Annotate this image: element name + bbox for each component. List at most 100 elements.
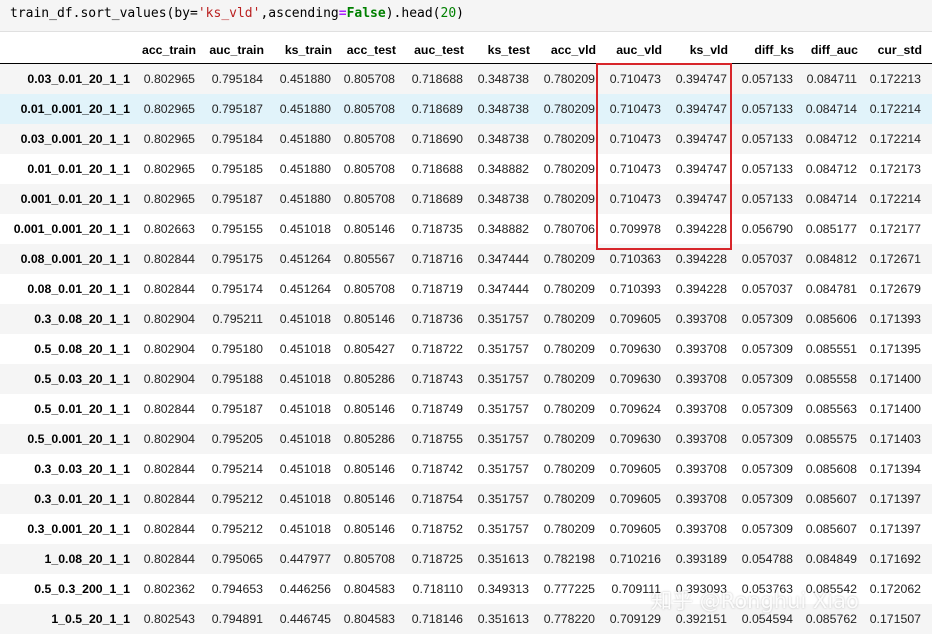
cell-diff-ks: 0.054594 <box>741 612 793 626</box>
cell-acc-test: 0.805286 <box>343 432 395 446</box>
cell-diff-auc: 0.085551 <box>805 342 857 356</box>
row-index-label: 0.03_0.001_20_1_1 <box>20 132 130 146</box>
cell-ks-test: 0.348882 <box>477 162 529 176</box>
cell-auc-train: 0.795212 <box>211 522 263 536</box>
cell-ks-train: 0.451018 <box>279 312 331 326</box>
cell-acc-vld: 0.780209 <box>543 312 595 326</box>
cell-acc-vld: 0.780209 <box>543 162 595 176</box>
cell-auc-train: 0.795187 <box>211 402 263 416</box>
cell-ks-train: 0.451880 <box>279 102 331 116</box>
cell-acc-test: 0.805708 <box>343 282 395 296</box>
cell-auc-vld: 0.710363 <box>609 252 661 266</box>
cell-diff-auc: 0.084712 <box>805 162 857 176</box>
cell-auc-vld: 0.710473 <box>609 72 661 86</box>
cell-acc-vld: 0.780209 <box>543 402 595 416</box>
cell-diff-auc: 0.084812 <box>805 252 857 266</box>
cell-diff-auc: 0.084849 <box>805 552 857 566</box>
row-index-label: 1_0.08_20_1_1 <box>44 552 130 566</box>
cell-cur-std: 0.171507 <box>869 612 921 626</box>
cell-auc-train: 0.795180 <box>211 342 263 356</box>
cell-diff-auc: 0.085608 <box>805 462 857 476</box>
cell-auc-vld: 0.709605 <box>609 522 661 536</box>
row-index-label: 0.001_0.01_20_1_1 <box>20 192 130 206</box>
cell-diff-ks: 0.057309 <box>741 402 793 416</box>
cell-auc-vld: 0.710216 <box>609 552 661 566</box>
table-row: 0.5_0.001_20_1_1 0.802904 0.795205 0.451018… <box>0 424 932 454</box>
cell-ks-test: 0.351757 <box>477 342 529 356</box>
cell-acc-vld: 0.780209 <box>543 342 595 356</box>
cell-ks-vld: 0.394747 <box>675 192 727 206</box>
cell-acc-test: 0.805567 <box>343 252 395 266</box>
cell-cur-std: 0.172173 <box>869 162 921 176</box>
table-body: 0.03_0.01_20_1_1 0.802965 0.795184 0.451880… <box>0 63 932 634</box>
cell-ks-test: 0.348738 <box>477 102 529 116</box>
index-header <box>0 36 140 64</box>
cell-diff-auc: 0.084781 <box>805 282 857 296</box>
table-row: 1_0.5_20_1_1 0.802543 0.794891 0.446745 0.80… <box>0 604 932 634</box>
cell-acc-vld: 0.777225 <box>543 582 595 596</box>
cell-ks-vld: 0.392151 <box>675 612 727 626</box>
cell-auc-vld: 0.709624 <box>609 402 661 416</box>
row-index-label: 0.03_0.01_20_1_1 <box>27 72 130 86</box>
cell-auc-vld: 0.709605 <box>609 312 661 326</box>
cell-diff-ks: 0.057309 <box>741 432 793 446</box>
cell-auc-test: 0.718736 <box>411 312 463 326</box>
row-index-label: 0.5_0.3_200_1_1 <box>34 582 130 596</box>
cell-diff-ks: 0.056790 <box>741 222 793 236</box>
cell-ks-train: 0.451018 <box>279 432 331 446</box>
cell-ks-train: 0.451264 <box>279 282 331 296</box>
cell-acc-test: 0.805708 <box>343 192 395 206</box>
cell-ks-vld: 0.393708 <box>675 522 727 536</box>
table-row: 0.08_0.01_20_1_1 0.802844 0.795174 0.451264… <box>0 274 932 304</box>
row-index-label: 0.3_0.001_20_1_1 <box>27 522 130 536</box>
cell-ks-test: 0.348738 <box>477 132 529 146</box>
cell-ks-vld: 0.393093 <box>675 582 727 596</box>
cell-auc-train: 0.795187 <box>211 192 263 206</box>
cell-auc-train: 0.795188 <box>211 372 263 386</box>
table-row: 0.5_0.08_20_1_1 0.802904 0.795180 0.451018 0… <box>0 334 932 364</box>
cell-acc-test: 0.805146 <box>343 312 395 326</box>
cell-ks-train: 0.451018 <box>279 522 331 536</box>
cell-ks-train: 0.451880 <box>279 192 331 206</box>
cell-acc-test: 0.805708 <box>343 72 395 86</box>
cell-auc-train: 0.795174 <box>211 282 263 296</box>
cell-acc-train: 0.802904 <box>143 372 195 386</box>
cell-ks-test: 0.348738 <box>477 192 529 206</box>
cell-ks-train: 0.451018 <box>279 402 331 416</box>
cell-acc-train: 0.802844 <box>143 282 195 296</box>
row-index-label: 0.3_0.03_20_1_1 <box>34 462 130 476</box>
cell-diff-ks: 0.053763 <box>741 582 793 596</box>
cell-acc-vld: 0.780209 <box>543 192 595 206</box>
code-head-open: ).head( <box>385 6 441 21</box>
cell-ks-vld: 0.394228 <box>675 252 727 266</box>
row-index-label: 0.5_0.01_20_1_1 <box>34 402 130 416</box>
cell-diff-ks: 0.054788 <box>741 552 793 566</box>
cell-diff-ks: 0.057309 <box>741 342 793 356</box>
cell-acc-train: 0.802904 <box>143 432 195 446</box>
cell-auc-train: 0.795155 <box>211 222 263 236</box>
cell-auc-vld: 0.710473 <box>609 132 661 146</box>
cell-ks-vld: 0.393708 <box>675 402 727 416</box>
cell-auc-train: 0.795184 <box>211 72 263 86</box>
cell-auc-vld: 0.709630 <box>609 342 661 356</box>
cell-diff-ks: 0.057133 <box>741 132 793 146</box>
cell-acc-vld: 0.780209 <box>543 102 595 116</box>
cell-acc-vld: 0.780209 <box>543 492 595 506</box>
row-index-label: 0.3_0.01_20_1_1 <box>34 492 130 506</box>
cell-auc-test: 0.718722 <box>411 342 463 356</box>
header-row: acc_train auc_train ks_train acc_test auc_te… <box>0 36 932 64</box>
cell-auc-test: 0.718689 <box>411 102 463 116</box>
cell-acc-test: 0.805708 <box>343 132 395 146</box>
column-header-auc-train: auc_train <box>206 36 274 64</box>
code-cell[interactable]: train_df.sort_values(by='ks_vld',ascendi… <box>0 0 932 32</box>
cell-acc-train: 0.802965 <box>143 72 195 86</box>
cell-acc-test: 0.805708 <box>343 162 395 176</box>
cell-acc-vld: 0.780209 <box>543 462 595 476</box>
cell-acc-test: 0.805708 <box>343 552 395 566</box>
row-index-label: 0.3_0.08_20_1_1 <box>34 312 130 326</box>
code-by-value: 'ks_vld' <box>197 6 261 21</box>
cell-cur-std: 0.172671 <box>869 252 921 266</box>
cell-diff-auc: 0.085607 <box>805 522 857 536</box>
cell-ks-test: 0.351757 <box>477 432 529 446</box>
cell-ks-test: 0.348738 <box>477 72 529 86</box>
